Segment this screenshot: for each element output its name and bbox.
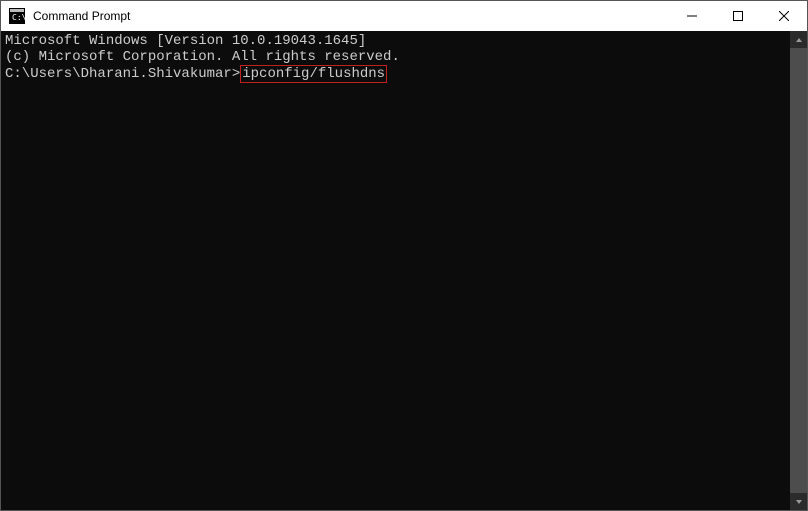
minimize-button[interactable] bbox=[669, 1, 715, 31]
titlebar[interactable]: C:\ Command Prompt bbox=[1, 1, 807, 31]
vertical-scrollbar[interactable] bbox=[790, 31, 807, 510]
window-controls bbox=[669, 1, 807, 31]
scroll-thumb[interactable] bbox=[790, 48, 807, 493]
maximize-button[interactable] bbox=[715, 1, 761, 31]
scroll-up-arrow-icon[interactable] bbox=[790, 31, 807, 48]
version-line: Microsoft Windows [Version 10.0.19043.16… bbox=[5, 33, 790, 49]
command-input[interactable]: ipconfig/flushdns bbox=[240, 65, 387, 83]
terminal-wrapper: Microsoft Windows [Version 10.0.19043.16… bbox=[1, 31, 807, 510]
svg-text:C:\: C:\ bbox=[12, 13, 25, 22]
cmd-icon: C:\ bbox=[9, 8, 25, 24]
scroll-down-arrow-icon[interactable] bbox=[790, 493, 807, 510]
terminal-content[interactable]: Microsoft Windows [Version 10.0.19043.16… bbox=[1, 31, 790, 510]
close-button[interactable] bbox=[761, 1, 807, 31]
window-title: Command Prompt bbox=[33, 9, 669, 23]
command-prompt-window: C:\ Command Prompt Micro bbox=[0, 0, 808, 511]
scroll-track[interactable] bbox=[790, 48, 807, 493]
prompt: C:\Users\Dharani.Shivakumar> bbox=[5, 66, 240, 82]
copyright-line: (c) Microsoft Corporation. All rights re… bbox=[5, 49, 790, 65]
